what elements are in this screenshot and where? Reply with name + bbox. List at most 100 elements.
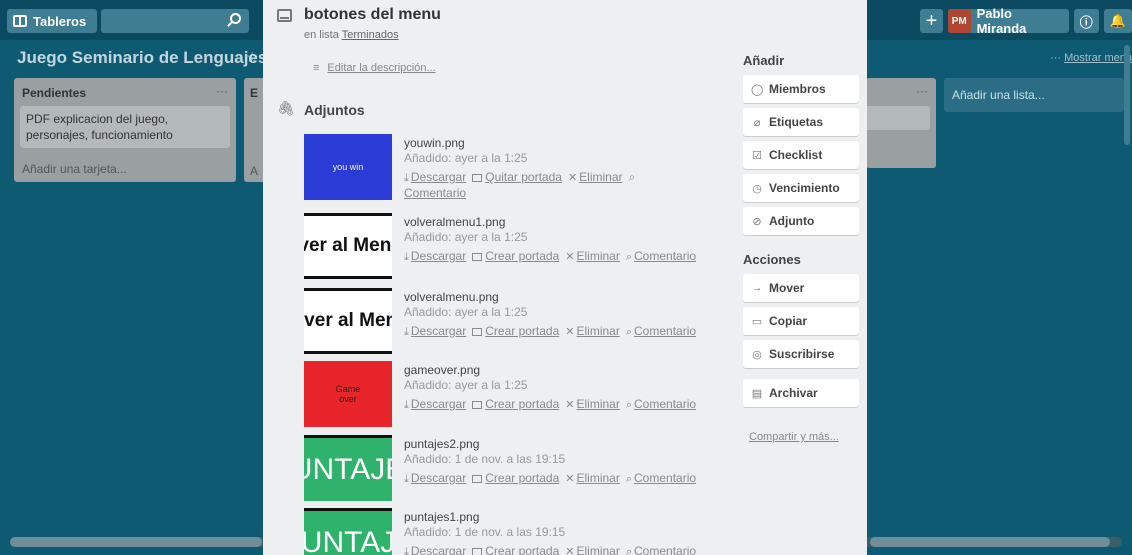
attachment-thumbnail[interactable]: UNTAJ <box>304 508 392 555</box>
cover-icon <box>472 253 483 261</box>
attachment-filename[interactable]: puntajes2.png <box>404 437 734 451</box>
user-menu-button[interactable]: PM Pablo Miranda <box>947 6 1069 36</box>
comment-link[interactable]: ⌕ Comentario <box>626 249 696 263</box>
delete-link[interactable]: ✕ Eliminar <box>565 324 620 338</box>
attachment-item: lver al Menu volveralmenu1.pngAñadido: ay… <box>304 213 744 279</box>
attachment-thumbnail[interactable]: UNTAJE <box>304 435 392 501</box>
attachment-thumbnail[interactable]: Game over <box>304 361 392 427</box>
comment-label: Comentario <box>634 249 697 263</box>
download-icon: ⤓ <box>404 473 409 485</box>
in-list-label: en lista Terminados <box>304 29 399 41</box>
comment-link[interactable]: ⌕ Comentario <box>626 544 696 555</box>
comment-icon: ⌕ <box>628 170 636 184</box>
delete-link[interactable]: ✕ Eliminar <box>565 249 620 263</box>
info-icon: ⓘ <box>1079 14 1093 30</box>
download-link[interactable]: ⤓ Descargar <box>404 471 466 485</box>
search-input[interactable] <box>101 9 249 33</box>
star-icon[interactable]: ☆ <box>246 49 259 66</box>
move-button[interactable]: → Mover <box>743 274 859 302</box>
download-link[interactable]: ⤓ Descargar <box>404 397 466 411</box>
members-button[interactable]: ◯ Miembros <box>743 75 859 103</box>
comment-link[interactable]: ⌕ Comentario <box>626 397 696 411</box>
list-title[interactable]: Pendientes <box>22 86 86 100</box>
cover-label: Crear portada <box>485 324 560 338</box>
comment-icon: ⌕ <box>625 251 633 263</box>
checklist-label: Checklist <box>769 148 823 162</box>
card-title[interactable]: botones del menu <box>304 6 441 24</box>
download-icon: ⤓ <box>404 251 409 263</box>
attachment-thumbnail[interactable]: lver al Menu <box>304 213 392 279</box>
thumbnail-text: olver al Menu <box>304 310 392 331</box>
boards-button[interactable]: Tableros <box>7 9 97 33</box>
add-card-link[interactable]: A <box>250 164 258 178</box>
delete-label: Eliminar <box>576 324 620 338</box>
download-icon: ⤓ <box>404 399 409 411</box>
checklist-button[interactable]: ☑ Checklist <box>743 141 859 169</box>
card[interactable]: PDF explicacion del juego, personajes, f… <box>20 106 230 148</box>
attachment-filename[interactable]: puntajes1.png <box>404 510 734 524</box>
cover-link[interactable]: Crear portada <box>472 397 559 411</box>
list-pendientes: Pendientes ··· PDF explicacion del juego… <box>14 78 236 182</box>
thumbnail-text: lver al Menu <box>304 235 392 256</box>
delete-label: Eliminar <box>576 471 620 485</box>
description-icon: ≡ <box>313 62 320 74</box>
attachment-filename[interactable]: youwin.png <box>404 136 734 150</box>
download-link[interactable]: ⤓ Descargar <box>404 170 466 184</box>
attachment-thumbnail[interactable]: olver al Menu <box>304 288 392 354</box>
add-list-button[interactable]: Añadir una lista... <box>944 78 1124 112</box>
download-label: Descargar <box>410 471 467 485</box>
delete-link[interactable]: ✕ Eliminar <box>565 544 620 555</box>
archive-button[interactable]: ▤ Archivar <box>743 379 859 407</box>
delete-link[interactable]: ✕ Eliminar <box>568 170 623 184</box>
cover-icon <box>472 328 483 336</box>
comment-link[interactable]: Comentario <box>404 186 466 200</box>
delete-link[interactable]: ✕ Eliminar <box>565 471 620 485</box>
download-link[interactable]: ⤓ Descargar <box>404 249 466 263</box>
delete-link[interactable]: ✕ Eliminar <box>565 397 620 411</box>
info-button[interactable]: ⓘ <box>1073 9 1099 33</box>
card[interactable] <box>866 106 930 130</box>
list-link[interactable]: Terminados <box>342 29 399 41</box>
list-menu-icon[interactable]: ··· <box>916 84 928 98</box>
attachment-filename[interactable]: volveralmenu1.png <box>404 215 734 229</box>
cover-link[interactable]: Crear portada <box>472 544 559 555</box>
subscribe-button[interactable]: ◎ Suscribirse <box>743 340 859 368</box>
comment-link[interactable]: ⌕ Comentario <box>626 324 696 338</box>
cover-link[interactable]: Crear portada <box>472 249 559 263</box>
attachment-button[interactable]: ⊘ Adjunto <box>743 207 859 235</box>
list-menu-icon[interactable]: ··· <box>216 84 228 98</box>
edit-description-link[interactable]: ≡ Editar la descripción... <box>313 62 436 74</box>
add-card-link[interactable]: Añadir una tarjeta... <box>22 162 127 176</box>
attachment-item: UNTAJE puntajes2.pngAñadido: 1 de nov. a … <box>304 435 744 501</box>
show-menu-link[interactable]: ··· Mostrar menú <box>1050 52 1132 64</box>
attachment-filename[interactable]: gameover.png <box>404 363 734 377</box>
attachment-filename[interactable]: volveralmenu.png <box>404 290 734 304</box>
download-link[interactable]: ⤓ Descargar <box>404 324 466 338</box>
list-title[interactable]: E <box>250 86 258 100</box>
cover-label: Crear portada <box>485 471 560 485</box>
archive-icon: ▤ <box>751 387 763 400</box>
cover-link[interactable]: Crear portada <box>472 471 559 485</box>
board-title[interactable]: Juego Seminario de Lenguajes <box>17 48 267 68</box>
cover-label: Crear portada <box>485 397 560 411</box>
cover-icon <box>472 548 483 555</box>
list-right: ··· <box>866 78 936 168</box>
cover-link[interactable]: Quitar portada <box>472 170 562 184</box>
share-link[interactable]: Compartir y más... <box>749 431 839 443</box>
vertical-scrollbar[interactable] <box>1124 45 1130 145</box>
labels-button[interactable]: ⌀ Etiquetas <box>743 108 859 136</box>
attachment-item: UNTAJ puntajes1.png Añadido: 1 de nov. a l… <box>304 508 744 555</box>
cover-link[interactable]: Crear portada <box>472 324 559 338</box>
copy-button[interactable]: ▭ Copiar <box>743 307 859 335</box>
notifications-button[interactable]: 🔔 <box>1103 9 1132 33</box>
download-label: Descargar <box>410 249 467 263</box>
download-link[interactable]: ⤓ Descargar <box>404 544 466 555</box>
bell-icon: 🔔 <box>1109 13 1126 28</box>
comment-link[interactable]: ⌕ Comentario <box>626 471 696 485</box>
tag-icon: ⌀ <box>753 116 761 129</box>
due-date-button[interactable]: ◷ Vencimiento <box>743 174 859 202</box>
close-icon: ✕ <box>567 172 578 184</box>
add-button[interactable]: + <box>920 9 943 33</box>
attachment-thumbnail[interactable]: you win <box>304 134 392 200</box>
horizontal-scrollbar-thumb[interactable] <box>10 537 262 547</box>
